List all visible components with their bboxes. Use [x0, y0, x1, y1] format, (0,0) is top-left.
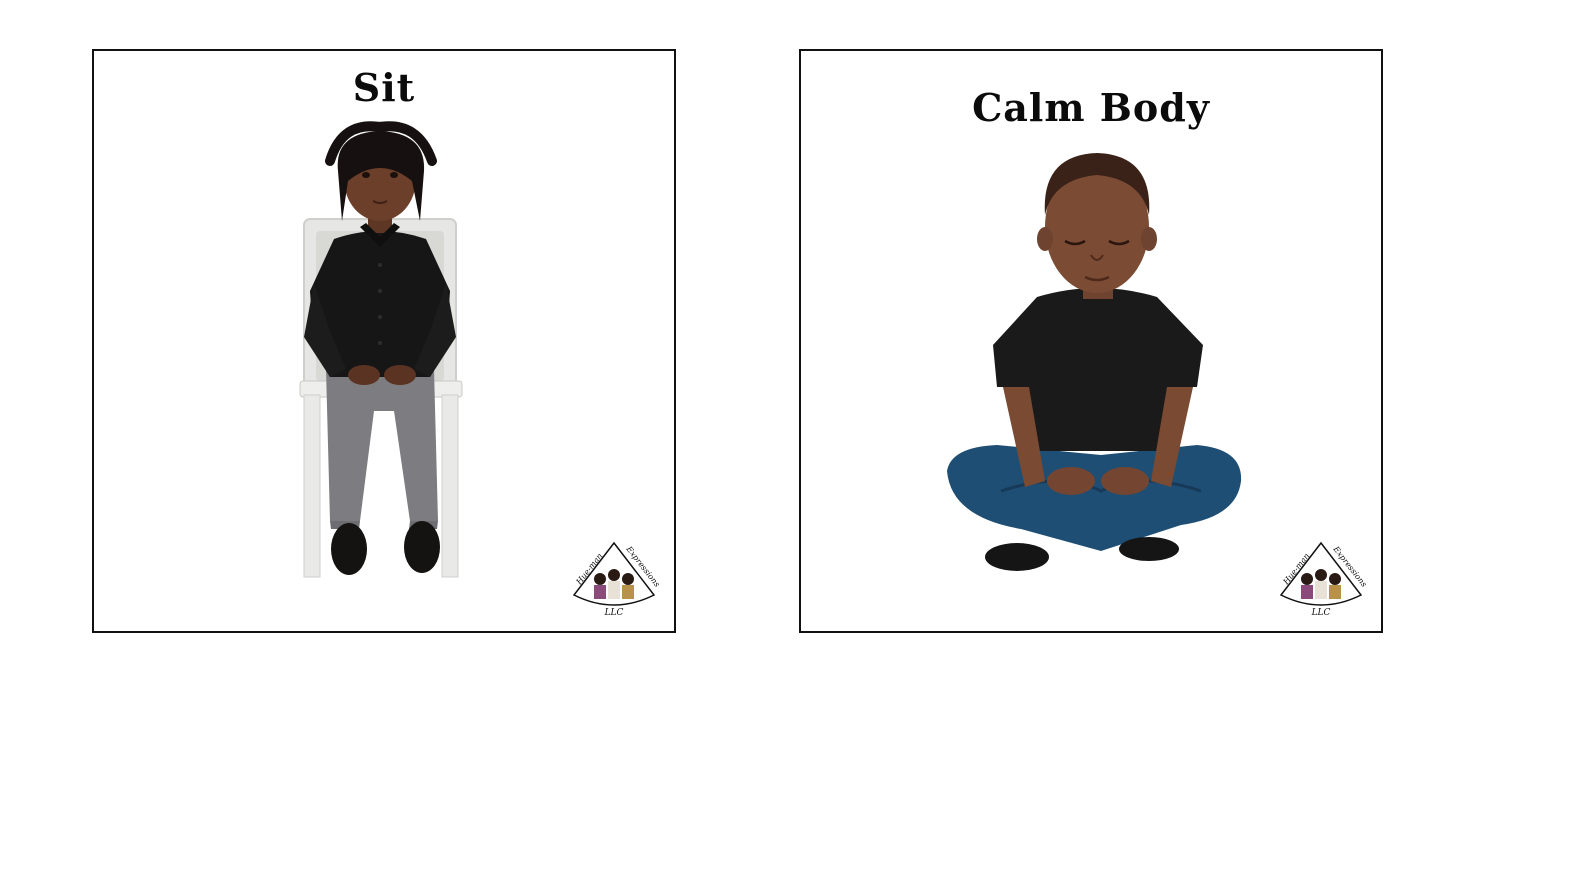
flashcard-sit: Sit Hue-man Expressions LLC [92, 49, 676, 633]
hue-man-expressions-logo: Hue-man Expressions LLC [572, 541, 662, 618]
flashcard-calm-body: Calm Body Hue-man Expressions LLC [799, 49, 1383, 633]
hue-man-expressions-logo: Hue-man Expressions LLC [1279, 541, 1369, 618]
logo-text-bottom: LLC [604, 608, 624, 618]
logo-text-bottom: LLC [1311, 608, 1331, 618]
